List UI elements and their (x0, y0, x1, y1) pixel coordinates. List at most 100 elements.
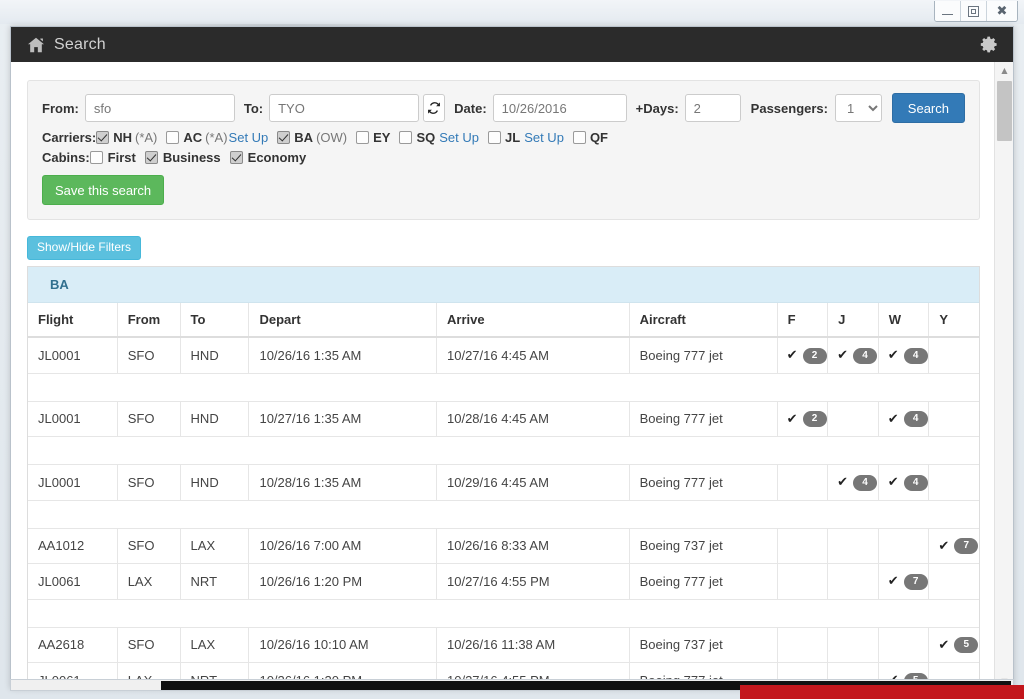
column-header-y[interactable]: Y (929, 303, 979, 337)
carrier-checkbox-sq[interactable] (399, 131, 412, 144)
cabin-label-business: Business (163, 150, 221, 165)
carrier-code-jl: JL (505, 130, 520, 145)
cell-fare-w: ✔4 (878, 465, 929, 501)
carrier-setup-link-jl[interactable]: Set Up (524, 130, 564, 145)
close-icon: ✖ (997, 5, 1008, 18)
column-header-arrive[interactable]: Arrive (437, 303, 630, 337)
carrier-code-ba: BA (294, 130, 313, 145)
table-row[interactable]: AA1012SFOLAX10/26/16 7:00 AM10/26/16 8:3… (28, 528, 979, 564)
cell-fare-y (929, 465, 979, 501)
save-search-button[interactable]: Save this search (42, 175, 164, 205)
seat-count-badge: 4 (904, 475, 928, 491)
gear-icon[interactable] (980, 35, 999, 54)
table-body: JL0001SFOHND10/26/16 1:35 AM10/27/16 4:4… (28, 337, 979, 689)
from-input[interactable] (85, 94, 235, 122)
cell-from: SFO (117, 627, 180, 663)
swap-refresh-icon[interactable] (423, 94, 445, 122)
check-icon: ✔ (888, 575, 899, 588)
cell-flight: JL0061 (28, 564, 117, 600)
to-label: To: (244, 101, 263, 116)
cell-depart: 10/26/16 1:35 AM (249, 337, 437, 373)
carrier-checkbox-ey[interactable] (356, 131, 369, 144)
check-icon: ✔ (787, 413, 798, 426)
column-header-w[interactable]: W (878, 303, 929, 337)
show-hide-filters-button[interactable]: Show/Hide Filters (27, 236, 141, 260)
cell-fare-y: ✔7 (929, 528, 979, 564)
availability-mark-f: ✔2 (787, 411, 827, 427)
itinerary-separator (28, 373, 979, 401)
itinerary-separator (28, 599, 979, 627)
app-header: Search (11, 27, 1013, 62)
column-header-depart[interactable]: Depart (249, 303, 437, 337)
cabin-checkbox-business[interactable] (145, 151, 158, 164)
seat-count-badge: 7 (904, 574, 928, 590)
cell-fare-f (777, 528, 828, 564)
cabins-label: Cabins: (42, 150, 90, 165)
check-icon: ✔ (888, 413, 899, 426)
table-row[interactable]: JL0001SFOHND10/27/16 1:35 AM10/28/16 4:4… (28, 401, 979, 437)
carrier-item-ac: AC(*A)Set Up (166, 130, 268, 145)
cabin-checkbox-economy[interactable] (230, 151, 243, 164)
column-header-to[interactable]: To (180, 303, 249, 337)
availability-mark-y: ✔5 (938, 637, 978, 653)
from-label: From: (42, 101, 79, 116)
carrier-alliance-nh: (*A) (135, 130, 157, 145)
home-icon[interactable] (27, 37, 45, 53)
seat-count-badge: 4 (904, 411, 928, 427)
cabin-checkbox-first[interactable] (90, 151, 103, 164)
table-row[interactable]: AA2618SFOLAX10/26/16 10:10 AM10/26/16 11… (28, 627, 979, 663)
carrier-setup-link-ac[interactable]: Set Up (229, 130, 269, 145)
date-input[interactable] (493, 94, 627, 122)
carrier-checkbox-ac[interactable] (166, 131, 179, 144)
search-panel: From: To: Date: +Days: Passengers: (27, 80, 980, 220)
table-row[interactable]: JL0001SFOHND10/26/16 1:35 AM10/27/16 4:4… (28, 337, 979, 373)
cell-flight: JL0001 (28, 401, 117, 437)
table-row[interactable]: JL0061LAXNRT10/26/16 1:20 PM10/27/16 4:5… (28, 564, 979, 600)
itinerary-separator (28, 437, 979, 465)
restore-button[interactable] (961, 1, 987, 21)
column-header-aircraft[interactable]: Aircraft (629, 303, 777, 337)
carrier-checkbox-qf[interactable] (573, 131, 586, 144)
cell-arrive: 10/27/16 4:45 AM (437, 337, 630, 373)
column-header-from[interactable]: From (117, 303, 180, 337)
carrier-checkbox-jl[interactable] (488, 131, 501, 144)
itinerary-separator-cell (28, 373, 979, 401)
results-table-container: BA FlightFromToDepartArriveAircraftFJWY … (27, 266, 980, 689)
availability-mark-w: ✔4 (888, 348, 928, 364)
background-window-sliver (740, 685, 1024, 699)
column-header-f[interactable]: F (777, 303, 828, 337)
cell-to: HND (180, 401, 249, 437)
table-row[interactable]: JL0001SFOHND10/28/16 1:35 AM10/29/16 4:4… (28, 465, 979, 501)
cell-flight: JL0001 (28, 337, 117, 373)
minimize-icon (942, 8, 953, 15)
scroll-up-arrow[interactable]: ▲ (995, 62, 1014, 79)
vertical-scrollbar-thumb[interactable] (997, 81, 1012, 141)
carrier-setup-link-sq[interactable]: Set Up (439, 130, 479, 145)
carrier-checkbox-ba[interactable] (277, 131, 290, 144)
minimize-button[interactable] (935, 1, 961, 21)
cell-to: NRT (180, 564, 249, 600)
to-input[interactable] (269, 94, 419, 122)
cell-from: SFO (117, 465, 180, 501)
table-header-row: FlightFromToDepartArriveAircraftFJWY (28, 303, 979, 337)
cell-aircraft: Boeing 737 jet (629, 528, 777, 564)
cabin-item-business: Business (145, 150, 221, 165)
close-button[interactable]: ✖ (987, 1, 1017, 21)
passengers-select[interactable]: 1 (835, 94, 882, 122)
cell-fare-y (929, 401, 979, 437)
cell-fare-y: ✔5 (929, 627, 979, 663)
column-header-j[interactable]: J (828, 303, 879, 337)
cell-fare-j (828, 528, 879, 564)
availability-mark-w: ✔4 (888, 475, 928, 491)
cell-depart: 10/27/16 1:35 AM (249, 401, 437, 437)
vertical-scrollbar[interactable]: ▲ ▼ (994, 62, 1013, 689)
cell-flight: JL0001 (28, 465, 117, 501)
date-label: Date: (454, 101, 487, 116)
check-icon: ✔ (938, 540, 949, 553)
column-header-flight[interactable]: Flight (28, 303, 117, 337)
days-input[interactable] (685, 94, 741, 122)
search-button[interactable]: Search (892, 93, 965, 123)
carrier-item-ba: BA(OW) (277, 130, 347, 145)
carrier-checkbox-nh[interactable] (96, 131, 109, 144)
availability-mark-j: ✔4 (837, 475, 877, 491)
